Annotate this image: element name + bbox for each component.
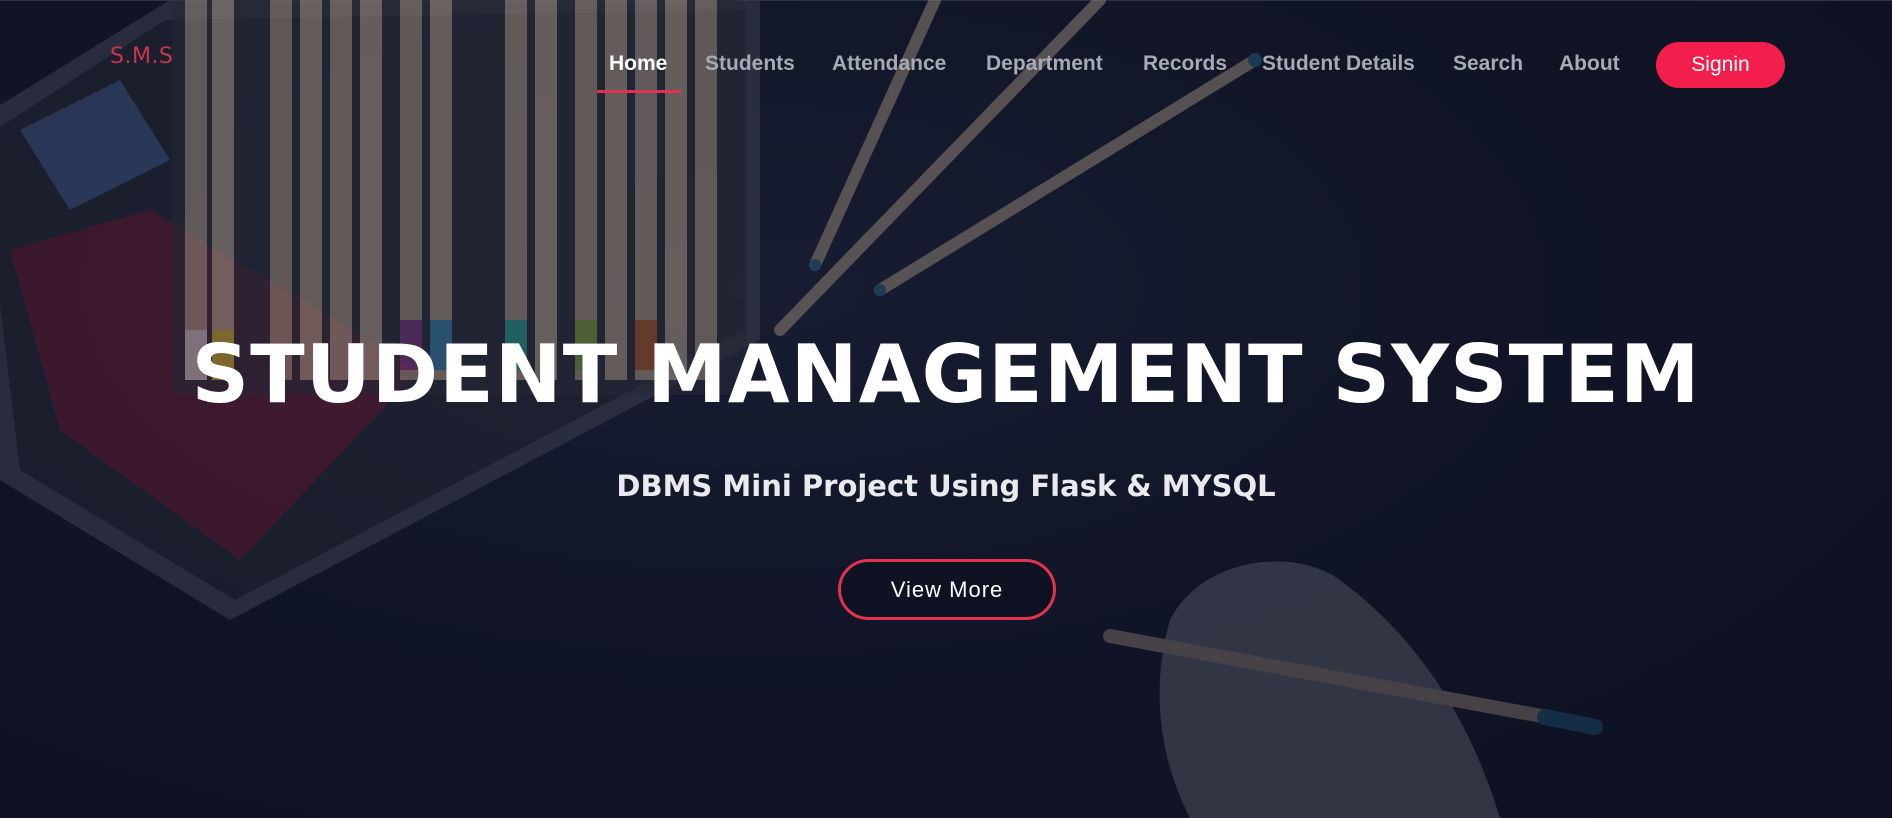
nav-item-search[interactable]: Search xyxy=(1453,52,1523,76)
nav-item-student-details[interactable]: Student Details xyxy=(1262,52,1415,76)
nav-item-attendance[interactable]: Attendance xyxy=(832,52,946,76)
site-logo[interactable]: S.M.S xyxy=(110,44,173,69)
active-nav-indicator xyxy=(597,90,681,93)
nav-item-students[interactable]: Students xyxy=(705,52,795,76)
hero-subtitle: DBMS Mini Project Using Flask & MYSQL xyxy=(616,469,1276,503)
hero-section: S.M.S Home Students Attendance Departmen… xyxy=(0,0,1892,818)
nav-item-home[interactable]: Home xyxy=(609,52,667,76)
view-more-button[interactable]: View More xyxy=(838,559,1056,620)
signin-button[interactable]: Signin xyxy=(1656,42,1785,88)
nav-item-records[interactable]: Records xyxy=(1143,52,1227,76)
hero-title: STUDENT MANAGEMENT SYSTEM xyxy=(191,328,1701,421)
nav-item-department[interactable]: Department xyxy=(986,52,1103,76)
nav-item-about[interactable]: About xyxy=(1559,52,1620,76)
